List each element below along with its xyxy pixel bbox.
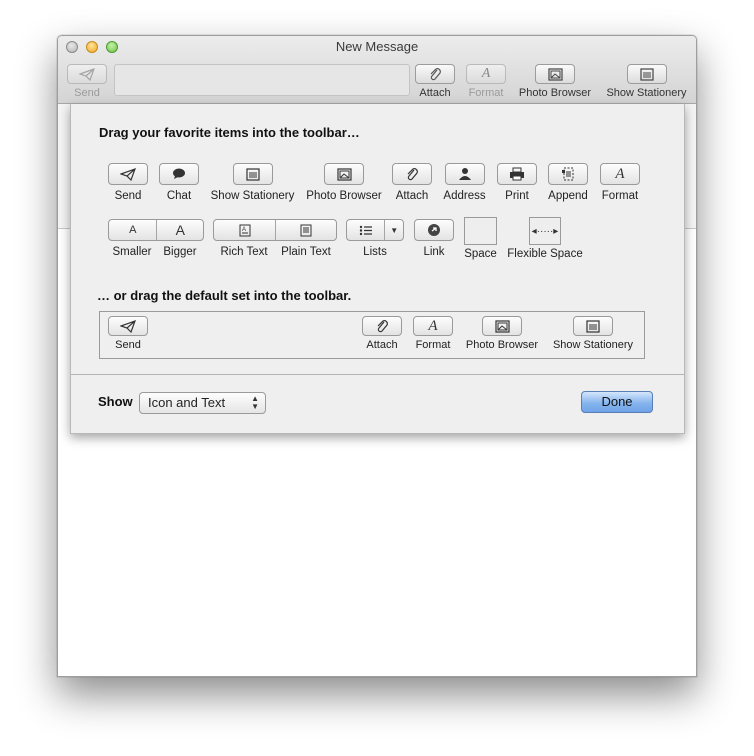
palette-photo-browser[interactable]: Photo Browser: [305, 163, 383, 202]
palette-font-size-group[interactable]: A A Smaller Bigger: [108, 219, 204, 258]
format-letter-icon: A: [600, 163, 640, 185]
photo-icon: [324, 163, 364, 185]
palette-plain-text-label: Plain Text: [281, 246, 331, 258]
default-send-label: Send: [115, 339, 141, 351]
paper-plane-icon: [108, 163, 148, 185]
palette-print[interactable]: Print: [497, 163, 537, 202]
toolbar-send-label: Send: [74, 87, 100, 99]
palette-format-label: Format: [601, 190, 639, 202]
bigger-a-icon[interactable]: A: [156, 220, 203, 240]
toolbar-attach-label: Attach: [419, 87, 451, 99]
default-photo-browser: Photo Browser: [463, 316, 541, 351]
palette-space-label: Space: [464, 248, 497, 260]
stationery-icon: [573, 316, 613, 336]
palette-lists-label: Lists: [363, 246, 387, 258]
paperclip-icon: [362, 316, 402, 336]
smaller-a-icon[interactable]: A: [109, 220, 156, 240]
palette-link-label: Link: [423, 246, 445, 258]
lists-dropdown[interactable]: ▼: [346, 219, 404, 241]
palette-send[interactable]: Send: [108, 163, 148, 202]
toolbar-format-button[interactable]: A Format: [466, 64, 506, 99]
default-attach-label: Attach: [366, 339, 398, 351]
palette-link[interactable]: Link: [414, 219, 454, 258]
format-letter-icon: A: [466, 64, 506, 84]
toolbar-attach-button[interactable]: Attach: [415, 64, 455, 99]
plain-text-icon[interactable]: [275, 220, 336, 240]
paperclip-icon: [392, 163, 432, 185]
person-icon: [444, 163, 485, 185]
photo-icon: [482, 316, 522, 336]
title-bar: New Message Send Attach A Format Photo B…: [58, 36, 696, 104]
rich-text-icon[interactable]: A: [214, 220, 275, 240]
speech-bubble-icon: [159, 163, 199, 185]
flexible-space-arrows-icon: ◂·····▸: [529, 217, 561, 245]
toolbar-show-stationery-label: Show Stationery: [606, 87, 687, 99]
default-show-stationery-label: Show Stationery: [552, 339, 634, 351]
palette-chat-label: Chat: [166, 190, 192, 202]
default-toolbar-set[interactable]: Send Attach A Format Photo Browser Show …: [99, 311, 645, 359]
sheet-divider: [71, 374, 684, 375]
paper-plane-icon: [108, 316, 148, 336]
toolbar-photo-browser-button[interactable]: Photo Browser: [516, 64, 594, 99]
palette-print-label: Print: [505, 190, 529, 202]
palette-photo-browser-label: Photo Browser: [306, 190, 382, 202]
favorites-heading: Drag your favorite items into the toolba…: [99, 125, 360, 140]
chevron-down-icon: ▼: [384, 220, 403, 240]
window-title: New Message: [335, 39, 419, 54]
palette-append-label: Append: [548, 190, 588, 202]
palette-address-label: Address: [443, 190, 486, 202]
default-attach: Attach: [362, 316, 402, 351]
show-mode-value: Icon and Text: [148, 395, 226, 410]
toolbar-format-label: Format: [468, 87, 504, 99]
palette-lists[interactable]: ▼ Lists: [346, 219, 404, 258]
default-format-label: Format: [415, 339, 451, 351]
stationery-icon: [626, 64, 667, 84]
palette-show-stationery-label: Show Stationery: [210, 190, 295, 202]
stationery-icon: [232, 163, 273, 185]
show-label: Show: [98, 394, 133, 409]
paper-plane-icon: [67, 64, 107, 84]
default-format: A Format: [413, 316, 453, 351]
palette-text-format-group[interactable]: A Rich Text Plain Text: [213, 219, 337, 258]
text-format-segmented-control[interactable]: A: [213, 219, 337, 241]
palette-rich-text-label: Rich Text: [220, 246, 268, 258]
palette-flexible-space-label: Flexible Space: [507, 248, 583, 260]
up-down-arrows-icon: ▲ ▼: [251, 394, 259, 411]
palette-append[interactable]: Append: [548, 163, 588, 202]
palette-show-stationery[interactable]: Show Stationery: [209, 163, 296, 202]
toolbar-show-stationery-button[interactable]: Show Stationery: [603, 64, 690, 99]
palette-attach[interactable]: Attach: [392, 163, 432, 202]
font-size-segmented-control[interactable]: A A: [108, 219, 204, 241]
default-photo-browser-label: Photo Browser: [465, 339, 539, 351]
default-show-stationery: Show Stationery: [549, 316, 637, 351]
palette-space[interactable]: Space: [462, 217, 499, 260]
toolbar-photo-browser-label: Photo Browser: [518, 87, 592, 99]
palette-format[interactable]: A Format: [599, 163, 641, 202]
svg-text:A: A: [242, 227, 246, 233]
palette-chat[interactable]: Chat: [159, 163, 199, 202]
palette-flexible-space[interactable]: ◂·····▸ Flexible Space: [505, 217, 585, 260]
paperclip-icon: [415, 64, 455, 84]
append-icon: [548, 163, 588, 185]
format-letter-icon: A: [413, 316, 453, 336]
photo-icon: [535, 64, 575, 84]
customize-toolbar-sheet: Drag your favorite items into the toolba…: [70, 104, 685, 434]
default-send: Send: [108, 316, 148, 351]
done-button[interactable]: Done: [581, 391, 653, 413]
palette-bigger-label: Bigger: [163, 246, 197, 258]
toolbar-send-button[interactable]: Send: [67, 64, 107, 99]
palette-attach-label: Attach: [395, 190, 429, 202]
toolbar-empty-slot: [114, 64, 410, 96]
palette-address[interactable]: Address: [443, 163, 486, 202]
palette-send-label: Send: [114, 190, 142, 202]
show-mode-select[interactable]: Icon and Text ▲ ▼: [139, 392, 266, 414]
link-icon: [414, 219, 454, 241]
default-set-heading: … or drag the default set into the toolb…: [97, 288, 352, 303]
space-box: [464, 217, 497, 245]
palette-smaller-label: Smaller: [112, 246, 152, 258]
bulleted-list-icon: [347, 220, 384, 240]
printer-icon: [497, 163, 537, 185]
